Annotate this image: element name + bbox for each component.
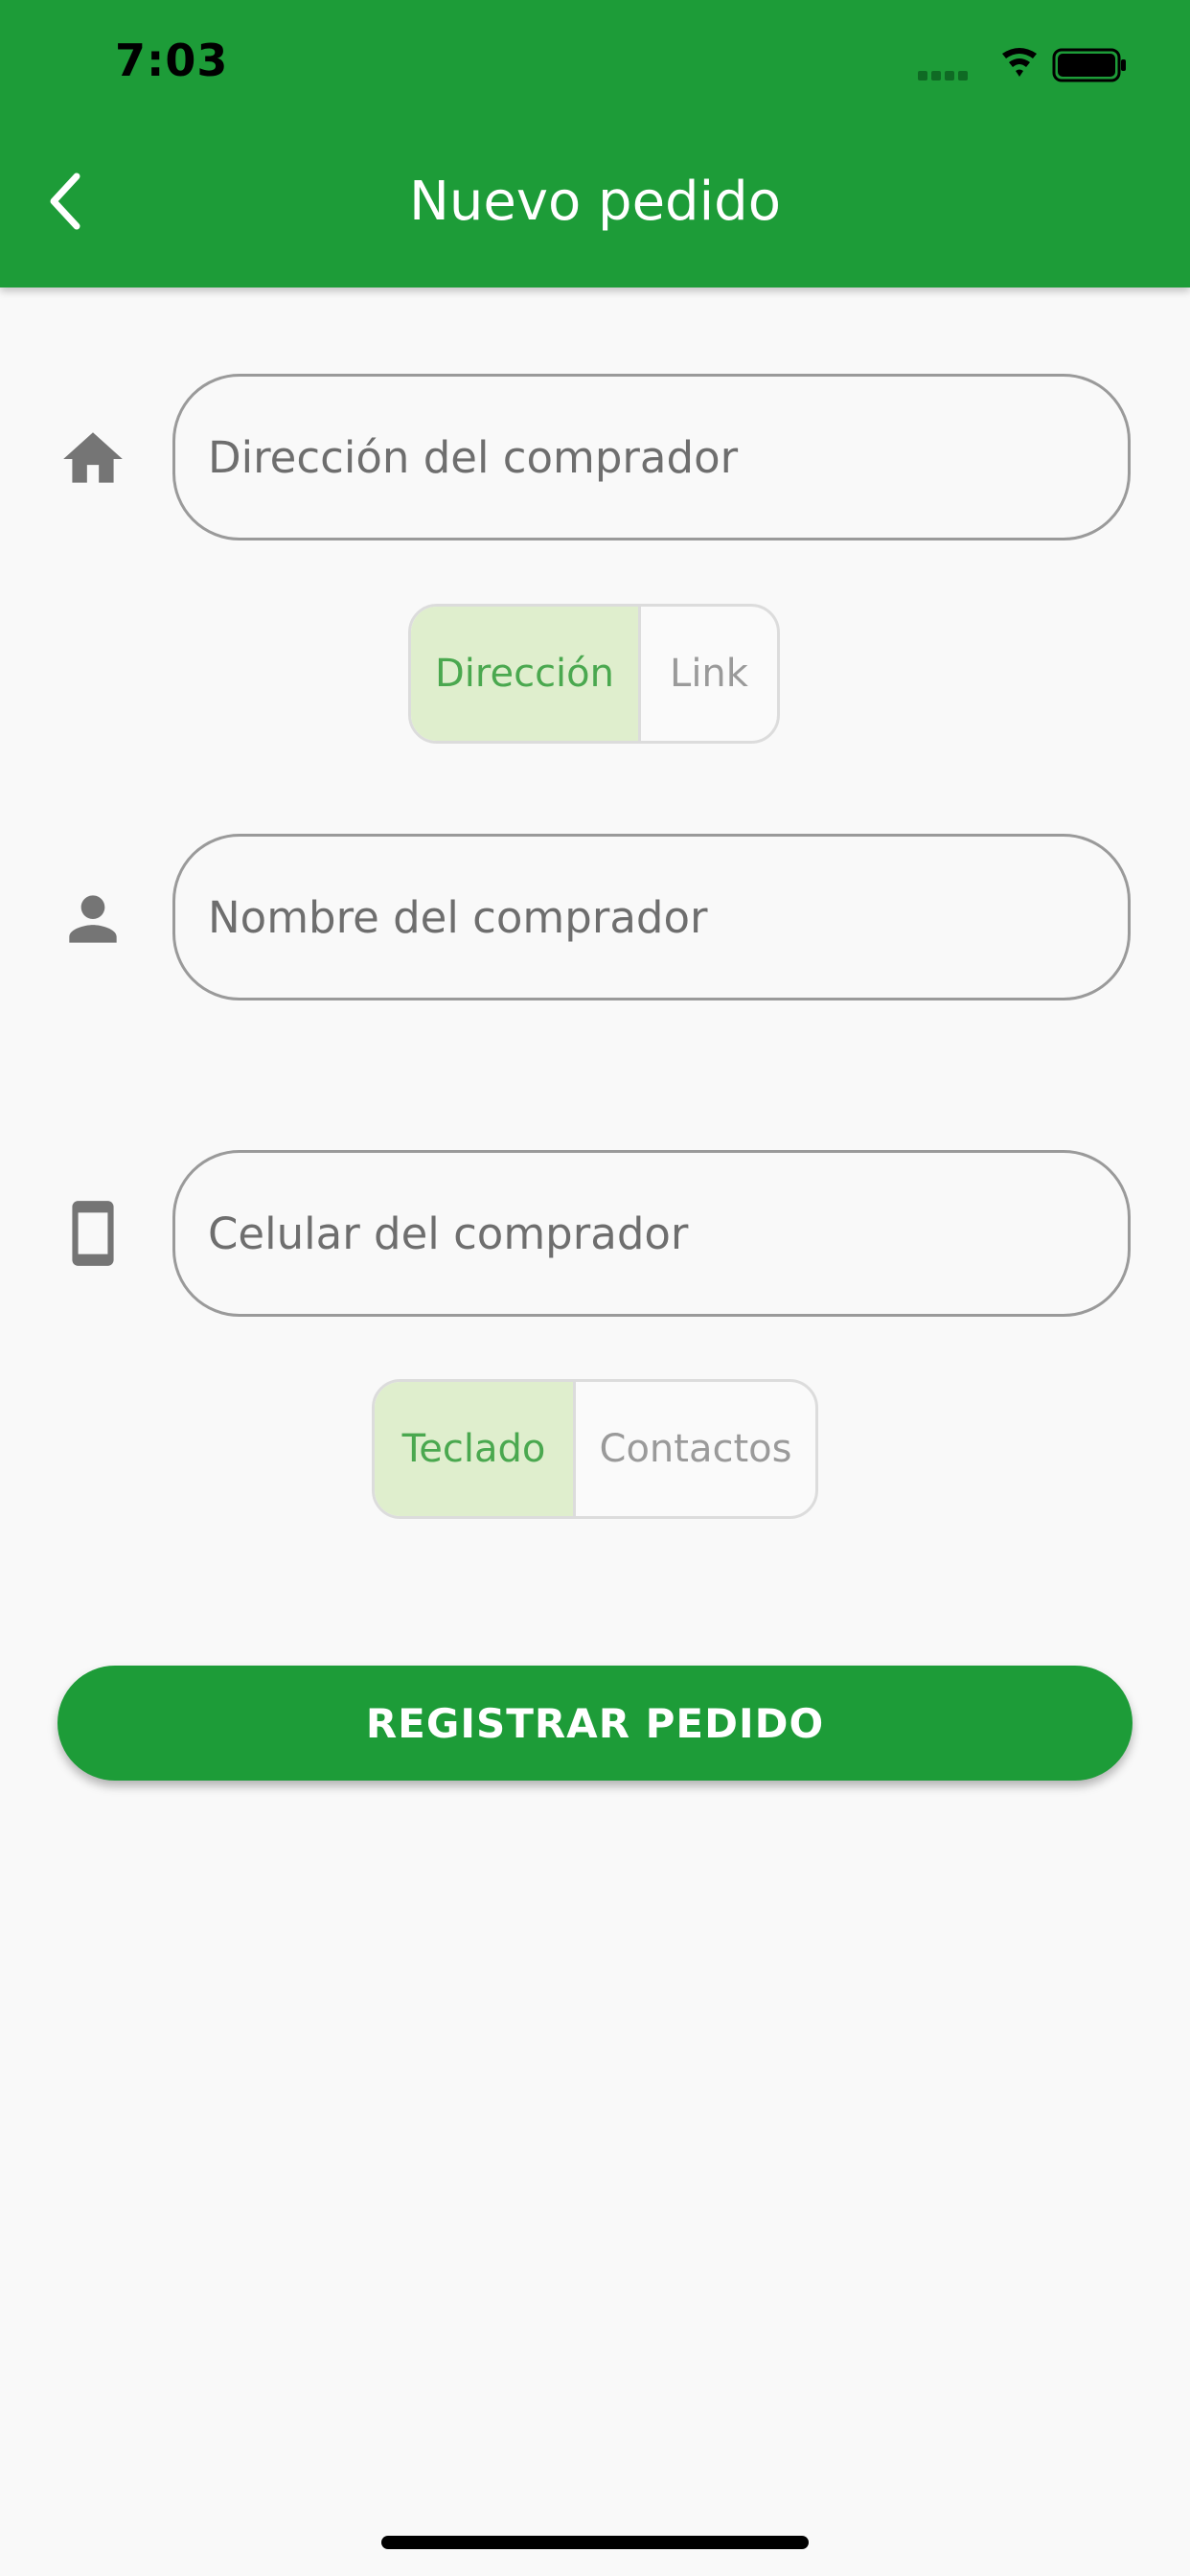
address-field[interactable]: [172, 374, 1131, 540]
battery-icon: [1052, 48, 1126, 82]
mode-contactos-button[interactable]: Contactos: [576, 1382, 815, 1516]
home-icon: [63, 432, 123, 483]
home-indicator: [381, 2536, 809, 2549]
chevron-left-icon: [50, 172, 80, 230]
register-order-button[interactable]: REGISTRAR PEDIDO: [57, 1666, 1133, 1781]
phone-input-mode-toggle: Teclado Contactos: [372, 1379, 818, 1519]
mode-teclado-button[interactable]: Teclado: [375, 1382, 576, 1516]
page-title: Nuevo pedido: [409, 171, 781, 233]
name-input[interactable]: [175, 837, 1128, 998]
mode-link-button[interactable]: Link: [641, 607, 777, 741]
wifi-icon: [1002, 48, 1037, 77]
mode-direccion-button[interactable]: Dirección: [411, 607, 641, 741]
person-icon: [69, 895, 117, 943]
phone-field[interactable]: [172, 1150, 1131, 1317]
name-field[interactable]: [172, 834, 1131, 1000]
app-bar: 7:03 Nuevo pedido: [0, 0, 1190, 288]
smartphone-icon: [72, 1201, 114, 1266]
address-mode-toggle: Dirección Link: [408, 604, 780, 744]
status-icons: [918, 48, 1126, 82]
status-time: 7:03: [115, 34, 229, 86]
signal-icon: [918, 71, 968, 80]
address-input[interactable]: [175, 377, 1128, 538]
back-button[interactable]: [29, 163, 105, 240]
phone-input[interactable]: [175, 1153, 1128, 1314]
